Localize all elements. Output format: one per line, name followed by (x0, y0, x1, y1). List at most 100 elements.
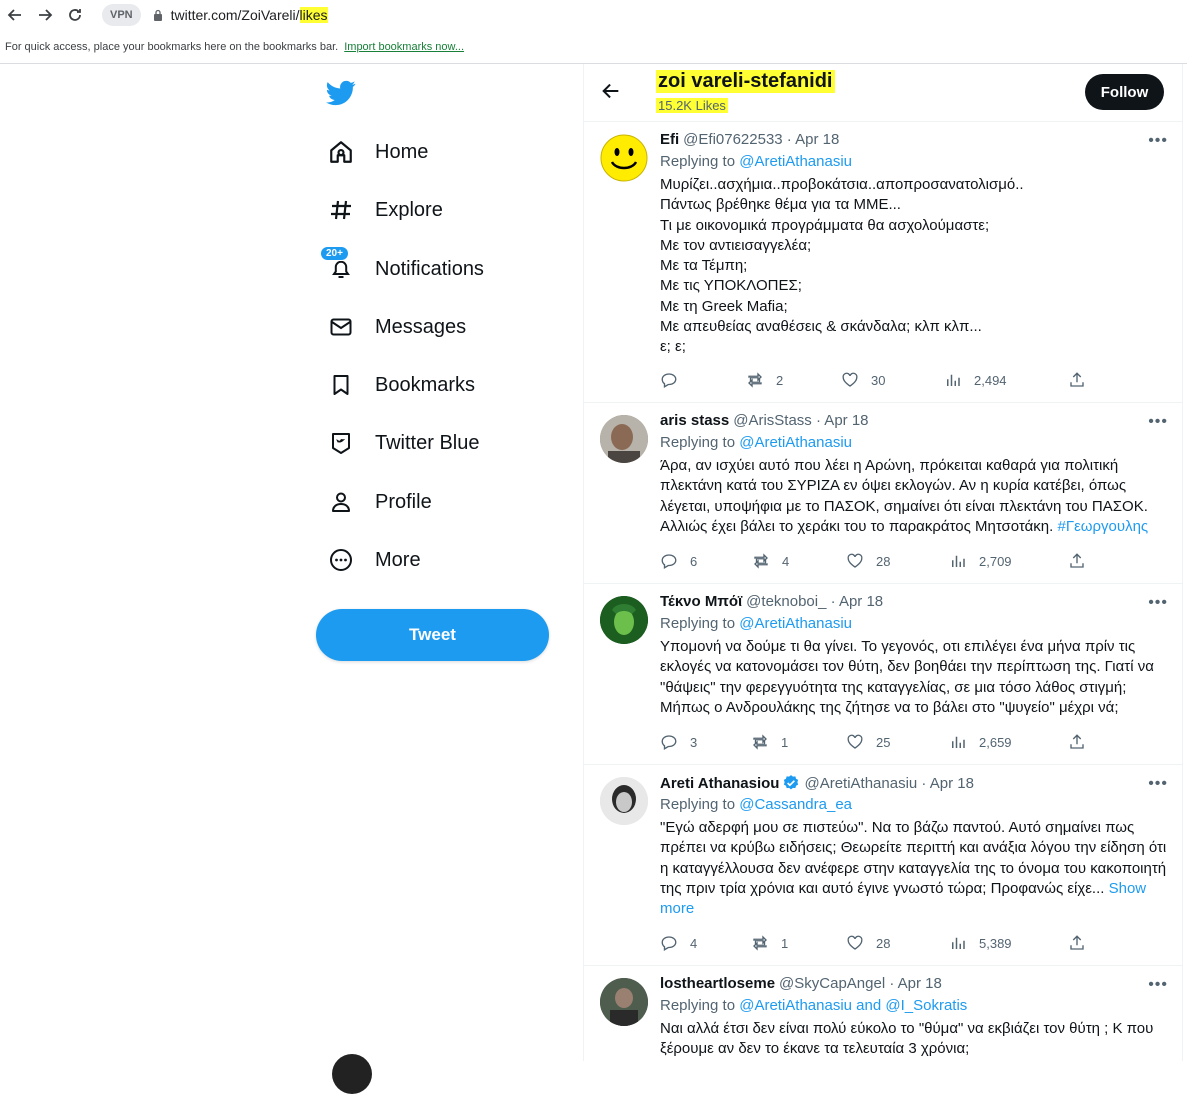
reply-button[interactable]: 4 (660, 934, 697, 952)
sidebar-item-twitter-blue[interactable]: Twitter Blue (326, 423, 479, 463)
share-button[interactable] (1068, 552, 1086, 570)
author-name[interactable]: Areti Athanasiou (660, 775, 779, 792)
reply-button[interactable]: 3 (660, 733, 697, 751)
author-handle[interactable]: @AretiAthanasiu · Apr 18 (804, 775, 973, 792)
avatar[interactable] (600, 415, 648, 463)
back-arrow-icon[interactable] (600, 80, 622, 102)
tweet-text: Άρα, αν ισχύει αυτό που λέει η Αρώνη, πρ… (660, 456, 1170, 537)
sidebar-item-home[interactable]: Home (326, 132, 428, 172)
mention-link[interactable]: @Cassandra_ea (739, 796, 852, 813)
author-name[interactable]: aris stass (660, 412, 729, 429)
avatar[interactable] (600, 134, 648, 182)
views-button[interactable]: 2,659 (949, 733, 1012, 751)
author-handle[interactable]: @ArisStass · Apr 18 (733, 412, 868, 429)
author-name[interactable]: Τέκνο Μπόϊ (660, 593, 742, 610)
twitter-blue-icon (326, 428, 356, 458)
reload-icon[interactable] (60, 0, 90, 30)
tweet-header: Areti Athanasiou @AretiAthanasiu · Apr 18 (660, 774, 974, 792)
person-icon (326, 487, 356, 517)
views-button[interactable]: 5,389 (949, 934, 1012, 952)
sidebar-item-more[interactable]: More (326, 540, 421, 580)
author-name[interactable]: Efi (660, 131, 679, 148)
share-button[interactable] (1068, 733, 1086, 751)
like-button[interactable]: 25 (846, 733, 890, 751)
lock-icon[interactable] (153, 9, 163, 21)
follow-button[interactable]: Follow (1085, 74, 1164, 110)
retweet-button[interactable]: 1 (751, 733, 788, 751)
sidebar-item-notifications[interactable]: 20+ Notifications (320, 246, 484, 289)
reply-icon (661, 936, 677, 951)
sidebar-item-label: Twitter Blue (375, 431, 480, 454)
sidebar-item-label: Explore (375, 198, 443, 221)
avatar[interactable] (600, 596, 648, 644)
reply-button[interactable]: 6 (660, 552, 697, 570)
reply-button[interactable] (660, 371, 690, 389)
like-button[interactable]: 30 (841, 371, 885, 389)
views-button[interactable]: 2,494 (944, 371, 1007, 389)
retweet-button[interactable]: 2 (746, 371, 783, 389)
tweet-card[interactable]: lostheartloseme @SkyCapAngel · Apr 18 •••… (584, 966, 1182, 1061)
vpn-badge[interactable]: VPN (102, 4, 141, 26)
avatar[interactable] (600, 978, 648, 1026)
reply-count: 3 (690, 734, 698, 750)
more-options-icon[interactable]: ••• (1148, 413, 1168, 431)
reply-count: 4 (690, 935, 698, 951)
retweet-count: 1 (781, 935, 789, 951)
hashtag-link[interactable]: #Γεωργουλης (1058, 518, 1149, 535)
sidebar-item-profile[interactable]: Profile (326, 482, 432, 522)
views-icon (952, 736, 965, 748)
reply-icon (661, 373, 677, 388)
back-arrow-icon[interactable] (0, 0, 30, 30)
sidebar-item-label: More (375, 548, 421, 571)
author-handle[interactable]: @teknoboi_ · Apr 18 (746, 593, 883, 610)
forward-arrow-icon[interactable] (30, 0, 60, 30)
sidebar-item-explore[interactable]: Explore (326, 190, 443, 230)
share-button[interactable] (1068, 934, 1086, 952)
reply-icon (661, 735, 677, 750)
replying-to: Replying to @AretiAthanasiu and @I_Sokra… (660, 997, 967, 1014)
more-options-icon[interactable]: ••• (1148, 976, 1168, 994)
url-field[interactable]: twitter.com/ZoiVareli/likes (171, 7, 328, 23)
mention-link[interactable]: @AretiAthanasiu (739, 615, 852, 632)
more-options-icon[interactable]: ••• (1148, 775, 1168, 793)
tweet-button[interactable]: Tweet (316, 609, 549, 661)
mention-link[interactable]: @AretiAthanasiu (739, 153, 852, 170)
account-avatar[interactable] (332, 1054, 372, 1094)
views-button[interactable]: 2,709 (949, 552, 1012, 570)
author-handle[interactable]: @Efi07622533 · Apr 18 (683, 131, 839, 148)
view-count: 5,389 (979, 935, 1012, 951)
tweet-card[interactable]: Efi @Efi07622533 · Apr 18 ••• Replying to… (584, 122, 1182, 403)
sidebar-item-messages[interactable]: Messages (326, 307, 466, 347)
share-button[interactable] (1068, 371, 1086, 389)
tweet-text: Υπομονή να δούμε τι θα γίνει. Το γεγονός… (660, 637, 1170, 718)
like-button[interactable]: 28 (846, 552, 890, 570)
avatar[interactable] (600, 777, 648, 825)
tweet-card[interactable]: Areti Athanasiou @AretiAthanasiu · Apr 18… (584, 765, 1182, 966)
mention-link[interactable]: @AretiAthanasiu (739, 434, 852, 451)
retweet-icon (753, 734, 767, 750)
twitter-logo-icon[interactable] (326, 78, 356, 108)
view-count: 2,494 (974, 372, 1007, 388)
envelope-icon (326, 312, 356, 342)
replying-label: Replying to (660, 997, 740, 1014)
likes-count: 15.2K Likes (656, 98, 728, 113)
mention-link[interactable]: @AretiAthanasiu and @I_Sokratis (739, 997, 967, 1014)
replying-label: Replying to (660, 434, 740, 451)
tweet-card[interactable]: Τέκνο Μπόϊ @teknoboi_ · Apr 18 ••• Replyi… (584, 584, 1182, 765)
retweet-button[interactable]: 4 (752, 552, 789, 570)
more-options-icon[interactable]: ••• (1148, 132, 1168, 150)
tweet-header: Τέκνο Μπόϊ @teknoboi_ · Apr 18 (660, 593, 883, 610)
import-bookmarks-link[interactable]: Import bookmarks now... (344, 41, 464, 53)
hashtag-icon (326, 195, 356, 225)
more-options-icon[interactable]: ••• (1148, 594, 1168, 612)
tweet-actions: 6 4 28 2,709 (660, 552, 1090, 572)
sidebar-item-bookmarks[interactable]: Bookmarks (326, 365, 475, 405)
like-button[interactable]: 28 (846, 934, 890, 952)
tweet-card[interactable]: aris stass @ArisStass · Apr 18 ••• Replyi… (584, 403, 1182, 584)
sidebar-item-label: Bookmarks (375, 373, 476, 396)
home-icon (326, 137, 356, 167)
author-name[interactable]: lostheartloseme (660, 975, 775, 992)
retweet-button[interactable]: 1 (751, 934, 788, 952)
author-handle[interactable]: @SkyCapAngel · Apr 18 (779, 975, 942, 992)
replying-to: Replying to @AretiAthanasiu (660, 434, 852, 451)
